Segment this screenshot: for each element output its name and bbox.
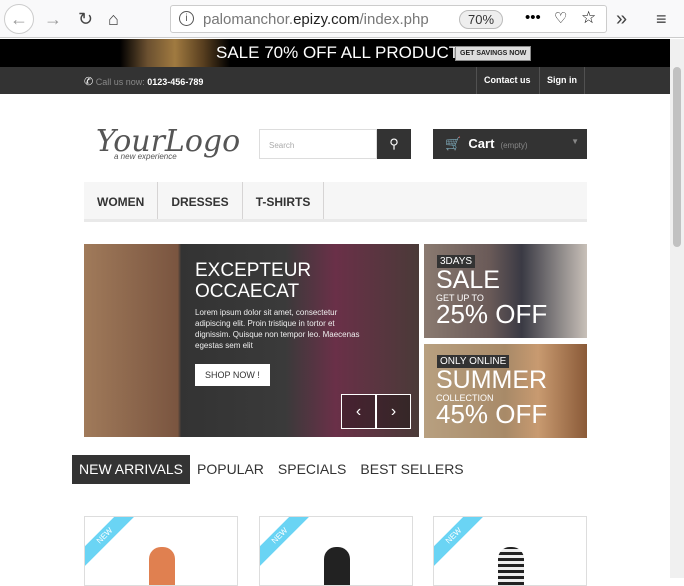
promo-banner[interactable]: SALE 70% OFF ALL PRODUCTS GET SAVINGS NO… xyxy=(0,39,670,67)
banner-heading: SUMMER xyxy=(436,366,548,394)
cart-button[interactable]: 🛒 Cart (empty) ▼ xyxy=(433,129,587,159)
call-info: ✆ Call us now: 0123-456-789 xyxy=(84,76,204,88)
new-badge: NEW xyxy=(434,517,488,570)
pocket-icon[interactable]: ♡ xyxy=(554,9,567,27)
url-text: palomanchor.epizy.com/index.php xyxy=(203,11,429,28)
info-icon[interactable]: i xyxy=(179,11,194,26)
menu-item-dresses[interactable]: DRESSES xyxy=(158,182,243,219)
shop-now-button[interactable]: SHOP NOW ! xyxy=(195,364,270,386)
hamburger-menu-icon[interactable]: ≡ xyxy=(656,7,667,31)
browser-toolbar: ← → ↻ ⌂ i palomanchor.epizy.com/index.ph… xyxy=(0,0,684,38)
slide-text: Lorem ipsum dolor sit amet, consectetur … xyxy=(195,308,360,350)
menu-item-tshirts[interactable]: T-SHIRTS xyxy=(243,182,325,219)
product-tabs: NEW ARRIVALS POPULAR SPECIALS BEST SELLE… xyxy=(72,455,471,484)
product-image[interactable] xyxy=(149,547,175,585)
cart-icon: 🛒 xyxy=(445,136,462,151)
contact-us-link[interactable]: Contact us xyxy=(476,67,538,94)
product-card[interactable]: NEW xyxy=(259,516,413,586)
banner-heading: SALE xyxy=(436,266,500,294)
product-image[interactable] xyxy=(498,547,524,585)
search-input[interactable]: Search xyxy=(259,129,377,159)
banner-discount: 45% OFF xyxy=(436,399,548,429)
slide-title: EXCEPTEUR OCCAECAT xyxy=(195,260,312,302)
homepage-slider[interactable]: EXCEPTEUR OCCAECAT Lorem ipsum dolor sit … xyxy=(84,244,419,437)
product-image[interactable] xyxy=(324,547,350,585)
new-badge: NEW xyxy=(260,517,314,570)
product-card[interactable]: NEW xyxy=(84,516,238,586)
phone-icon: ✆ xyxy=(84,76,94,88)
logo[interactable]: YourLogo a new experience xyxy=(96,124,240,161)
home-button[interactable]: ⌂ xyxy=(108,7,119,31)
tab-best-sellers[interactable]: BEST SELLERS xyxy=(353,455,470,484)
new-badge: NEW xyxy=(85,517,139,570)
back-button[interactable]: ← xyxy=(4,4,34,34)
banner-summer[interactable]: ONLY ONLINE SUMMER COLLECTION 45% OFF xyxy=(424,344,587,438)
tab-specials[interactable]: SPECIALS xyxy=(271,455,353,484)
more-icon[interactable]: ••• xyxy=(525,9,541,26)
overflow-icon[interactable]: » xyxy=(616,7,627,31)
main-menu: WOMEN DRESSES T-SHIRTS xyxy=(84,182,587,222)
promo-image xyxy=(120,39,230,67)
search-icon: ⚲ xyxy=(389,136,399,151)
bookmark-star-icon[interactable]: ☆ xyxy=(581,8,596,28)
reload-button[interactable]: ↻ xyxy=(78,7,93,31)
get-savings-button[interactable]: GET SAVINGS NOW xyxy=(455,46,532,61)
product-card[interactable]: NEW xyxy=(433,516,587,586)
scrollbar[interactable] xyxy=(670,39,684,578)
top-nav: ✆ Call us now: 0123-456-789 Contact us S… xyxy=(0,67,670,94)
slider-next-button[interactable]: › xyxy=(376,394,411,429)
banner-discount: 25% OFF xyxy=(436,299,548,329)
search-button[interactable]: ⚲ xyxy=(377,129,411,159)
url-bar[interactable]: i palomanchor.epizy.com/index.php 70% ••… xyxy=(170,5,607,33)
scrollbar-thumb[interactable] xyxy=(673,67,681,247)
chevron-down-icon: ▼ xyxy=(571,137,579,146)
tab-popular[interactable]: POPULAR xyxy=(190,455,271,484)
banner-sale[interactable]: 3DAYS SALE GET UP TO 25% OFF xyxy=(424,244,587,338)
sign-in-link[interactable]: Sign in xyxy=(539,67,585,94)
slider-prev-button[interactable]: ‹ xyxy=(341,394,376,429)
menu-item-women[interactable]: WOMEN xyxy=(84,182,159,219)
tab-new-arrivals[interactable]: NEW ARRIVALS xyxy=(72,455,190,484)
zoom-level[interactable]: 70% xyxy=(459,10,504,29)
forward-button[interactable]: → xyxy=(44,7,62,31)
promo-text: SALE 70% OFF ALL PRODUCTS xyxy=(216,43,471,62)
